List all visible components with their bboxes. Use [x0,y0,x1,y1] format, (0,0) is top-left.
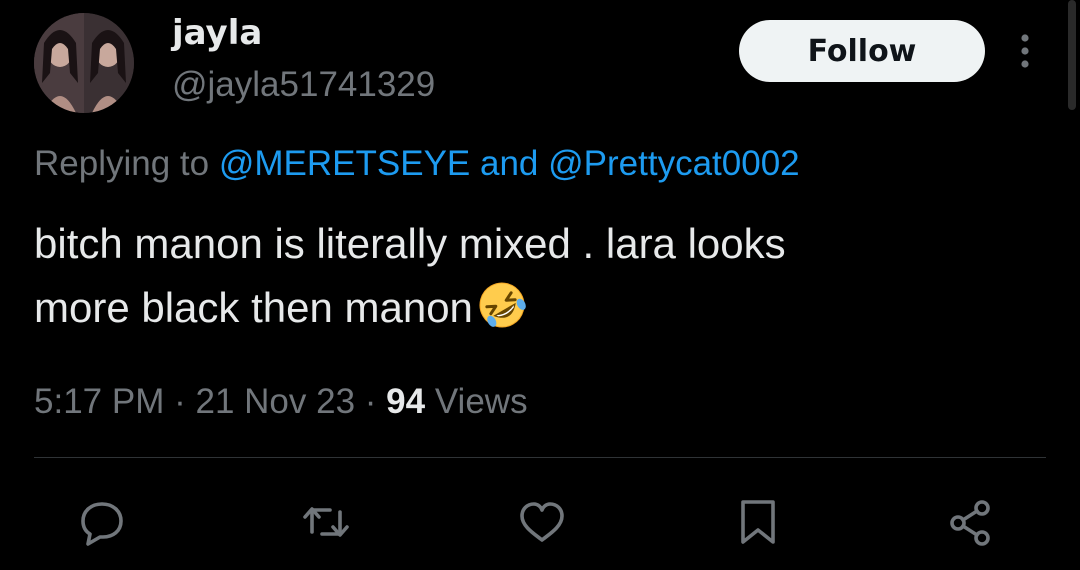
reply-context: Replying to @MERETSEYE and @Prettycat000… [34,142,800,186]
mention-link[interactable]: @MERETSEYE [219,144,470,183]
avatar[interactable] [34,13,134,113]
meta-separator: · [364,382,377,421]
retweet-icon[interactable] [298,494,354,550]
meta-separator: · [174,382,186,421]
share-icon[interactable] [942,494,998,550]
views-label: Views [434,382,528,421]
follow-button[interactable]: Follow [739,20,985,82]
views-count: 94 [386,382,426,421]
like-icon[interactable] [514,494,570,550]
scrollbar[interactable] [1068,0,1076,110]
tweet-date[interactable]: 21 Nov 23 [195,382,355,421]
tweet-text: bitch manon is literally mixed . lara lo… [34,212,1044,340]
reply-icon[interactable] [74,494,130,550]
user-handle[interactable]: @jayla51741329 [172,64,435,106]
display-name[interactable]: jayla [172,12,262,54]
divider [34,457,1046,458]
rolling-laughing-emoji-icon [477,280,527,330]
tweet-meta: 5:17 PM · 21 Nov 23 · 94 Views [34,380,528,424]
tweet-text-line-2: more black then manon [34,276,1044,340]
tweet-text-line: bitch manon is literally mixed . lara lo… [34,220,786,267]
mention-link[interactable]: @Prettycat0002 [548,144,800,183]
reply-joiner: and [480,144,539,183]
tweet-time[interactable]: 5:17 PM [34,382,164,421]
replying-prefix: Replying to [34,144,210,183]
avatar-image [34,13,134,113]
more-vertical-icon[interactable] [1010,30,1040,72]
tweet-text-line: more black then manon [34,284,473,331]
bookmark-icon[interactable] [730,494,786,550]
